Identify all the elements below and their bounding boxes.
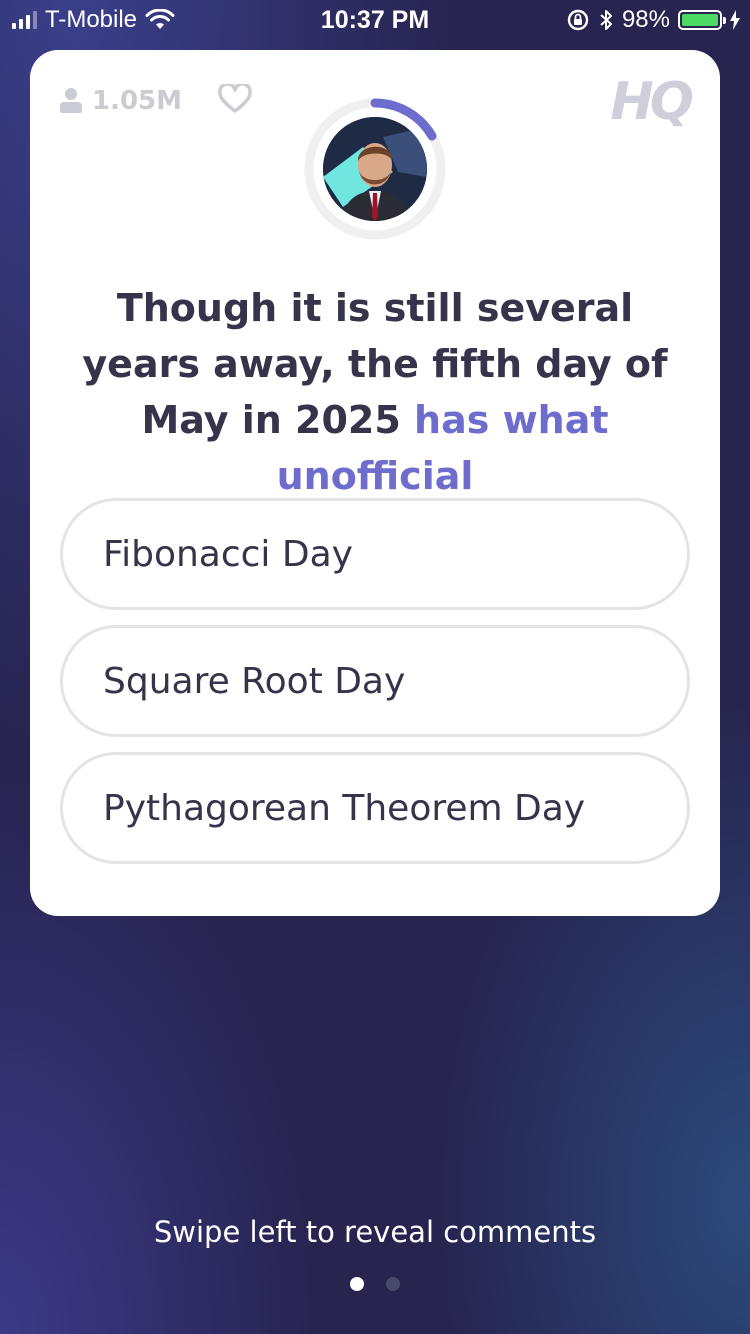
host-avatar bbox=[323, 117, 427, 221]
bluetooth-icon bbox=[600, 10, 612, 30]
answer-option-1[interactable]: Fibonacci Day bbox=[60, 498, 690, 610]
charging-icon bbox=[730, 10, 740, 30]
status-bar: T-Mobile 10:37 PM 98% bbox=[0, 0, 750, 40]
answer-option-3[interactable]: Pythagorean Theorem Day bbox=[60, 752, 690, 864]
status-right: 98% bbox=[566, 6, 740, 34]
answer-label: Pythagorean Theorem Day bbox=[103, 787, 586, 829]
answer-label: Square Root Day bbox=[103, 660, 406, 702]
rotation-lock-icon bbox=[567, 9, 589, 31]
viewer-count-label: 1.05M bbox=[92, 86, 183, 116]
question-card: 1.05M HQ Though it is still several year bbox=[30, 50, 720, 916]
page-dot[interactable] bbox=[386, 1277, 400, 1291]
answer-option-2[interactable]: Square Root Day bbox=[60, 625, 690, 737]
heart-icon[interactable] bbox=[218, 84, 252, 114]
hq-logo: HQ bbox=[610, 72, 694, 132]
page-indicator[interactable] bbox=[0, 1277, 750, 1291]
page-dot-active[interactable] bbox=[350, 1277, 364, 1291]
battery-icon bbox=[678, 10, 726, 30]
viewer-count: 1.05M bbox=[60, 86, 182, 116]
question-text: Though it is still several years away, t… bbox=[70, 280, 680, 504]
person-icon bbox=[60, 88, 82, 114]
swipe-hint: Swipe left to reveal comments bbox=[153, 1215, 597, 1249]
answer-label: Fibonacci Day bbox=[103, 533, 353, 575]
countdown-timer bbox=[302, 96, 448, 242]
battery-percent: 98% bbox=[621, 6, 670, 33]
